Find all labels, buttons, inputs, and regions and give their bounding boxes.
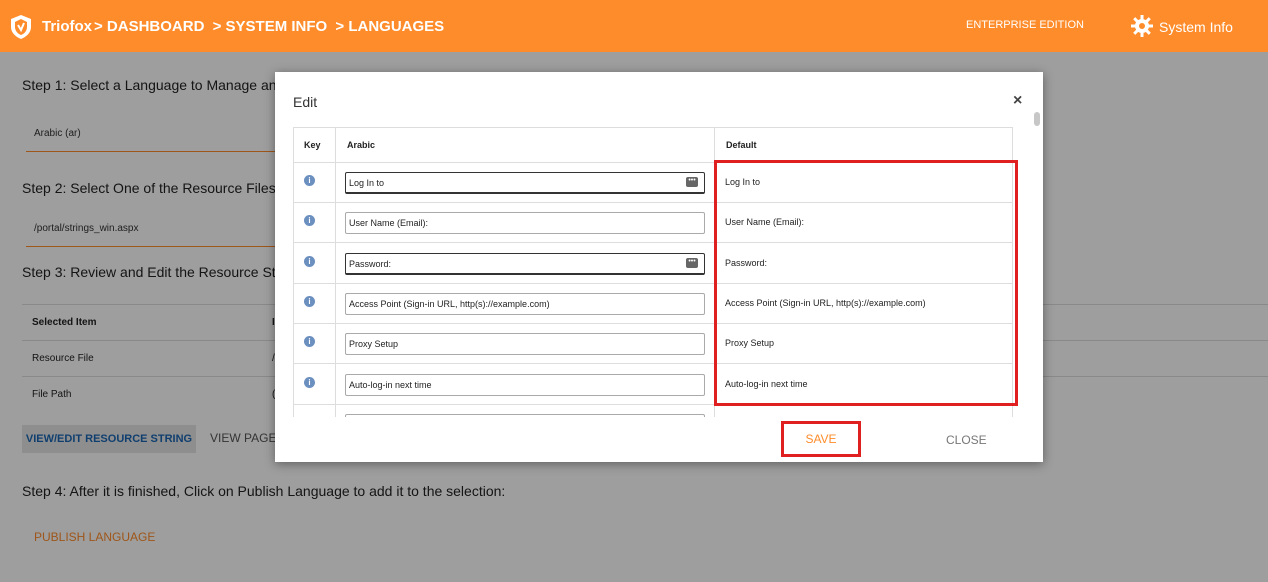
arabic-value-input[interactable]: Password: ••• — [345, 252, 705, 275]
top-bar: Triofox > DASHBOARD > SYSTEM INFO > LANG… — [0, 0, 1268, 52]
dialog-footer: SAVE CLOSE — [275, 417, 1043, 462]
input-value: Auto-log-in next time — [349, 379, 432, 390]
grid-header: Key Arabic Default — [293, 127, 1013, 163]
table-row: i — [293, 405, 1013, 417]
divider — [335, 127, 336, 417]
dialog-title: Edit — [293, 94, 318, 110]
info-icon[interactable]: i — [304, 336, 315, 348]
breadcrumb-system-info[interactable]: > SYSTEM INFO — [213, 18, 328, 35]
col-key-header: Key — [304, 140, 321, 150]
info-icon[interactable]: i — [304, 215, 315, 227]
input-value: Log In to — [349, 178, 385, 188]
shield-logo-icon — [11, 15, 31, 39]
arabic-value-input[interactable]: Auto-log-in next time — [345, 373, 705, 396]
input-value: Proxy Setup — [349, 339, 399, 350]
breadcrumb: > DASHBOARD > SYSTEM INFO > LANGUAGES — [94, 18, 448, 35]
close-button[interactable]: CLOSE — [946, 433, 987, 447]
input-value: Access Point (Sign-in URL, http(s)://exa… — [349, 298, 550, 309]
breadcrumb-dashboard[interactable]: > DASHBOARD — [94, 18, 204, 35]
more-icon[interactable]: ••• — [686, 257, 698, 268]
info-icon[interactable]: i — [304, 255, 315, 267]
info-icon[interactable]: i — [304, 175, 315, 186]
input-value: Password: — [349, 258, 392, 269]
close-icon[interactable]: × — [1013, 92, 1022, 110]
edition-label: ENTERPRISE EDITION — [966, 19, 1084, 31]
more-icon[interactable]: ••• — [686, 177, 698, 187]
dialog-scrollbar[interactable] — [1034, 112, 1040, 402]
gear-icon[interactable] — [1131, 15, 1153, 37]
col-arabic-header: Arabic — [347, 140, 376, 150]
info-icon[interactable]: i — [304, 376, 315, 388]
arabic-value-input[interactable]: Log In to ••• — [345, 172, 705, 194]
arabic-value-input[interactable]: Proxy Setup — [345, 333, 705, 356]
save-button[interactable]: SAVE — [781, 421, 861, 457]
brand-name[interactable]: Triofox — [42, 18, 92, 35]
breadcrumb-languages: > LANGUAGES — [335, 18, 445, 35]
scrollbar-thumb[interactable] — [1034, 112, 1040, 126]
default-column-highlight — [714, 160, 1018, 406]
col-default-header: Default — [726, 140, 757, 150]
divider — [293, 127, 294, 417]
system-info-link[interactable]: System Info — [1159, 19, 1233, 35]
arabic-value-input[interactable]: Access Point (Sign-in URL, http(s)://exa… — [345, 292, 705, 315]
arabic-value-input[interactable]: User Name (Email): — [345, 212, 705, 235]
info-icon[interactable]: i — [304, 295, 315, 307]
input-value: User Name (Email): — [349, 218, 429, 229]
